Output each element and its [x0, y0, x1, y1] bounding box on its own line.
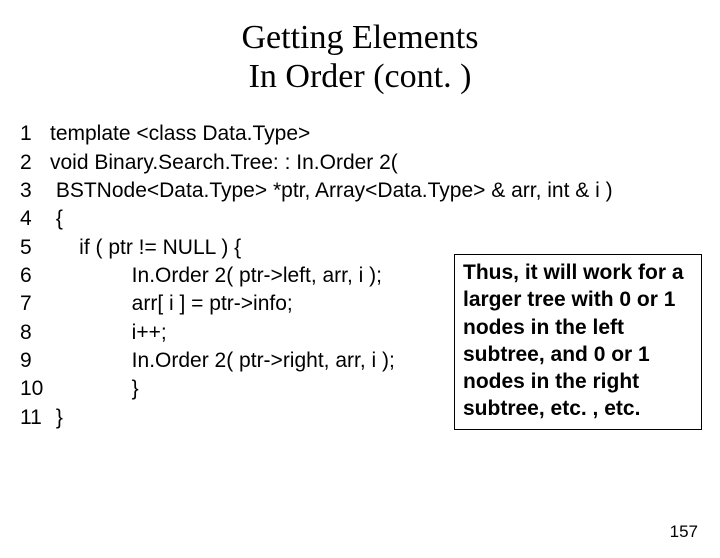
slide-title: Getting Elements In Order (cont. ) — [0, 18, 720, 96]
annotation-text: Thus, it will work for a larger tree wit… — [463, 261, 684, 420]
code-line-1: 1template <class Data.Type> — [20, 120, 700, 148]
code-line-3: 3 BSTNode<Data.Type> *ptr, Array<Data.Ty… — [20, 177, 700, 205]
page-number: 157 — [670, 522, 698, 542]
code-line-4: 4 { — [20, 205, 700, 233]
title-line-1: Getting Elements — [241, 19, 478, 56]
title-line-2: In Order (cont. ) — [249, 58, 472, 95]
code-line-2: 2void Binary.Search.Tree: : In.Order 2( — [20, 149, 700, 177]
annotation-box: Thus, it will work for a larger tree wit… — [454, 254, 702, 430]
